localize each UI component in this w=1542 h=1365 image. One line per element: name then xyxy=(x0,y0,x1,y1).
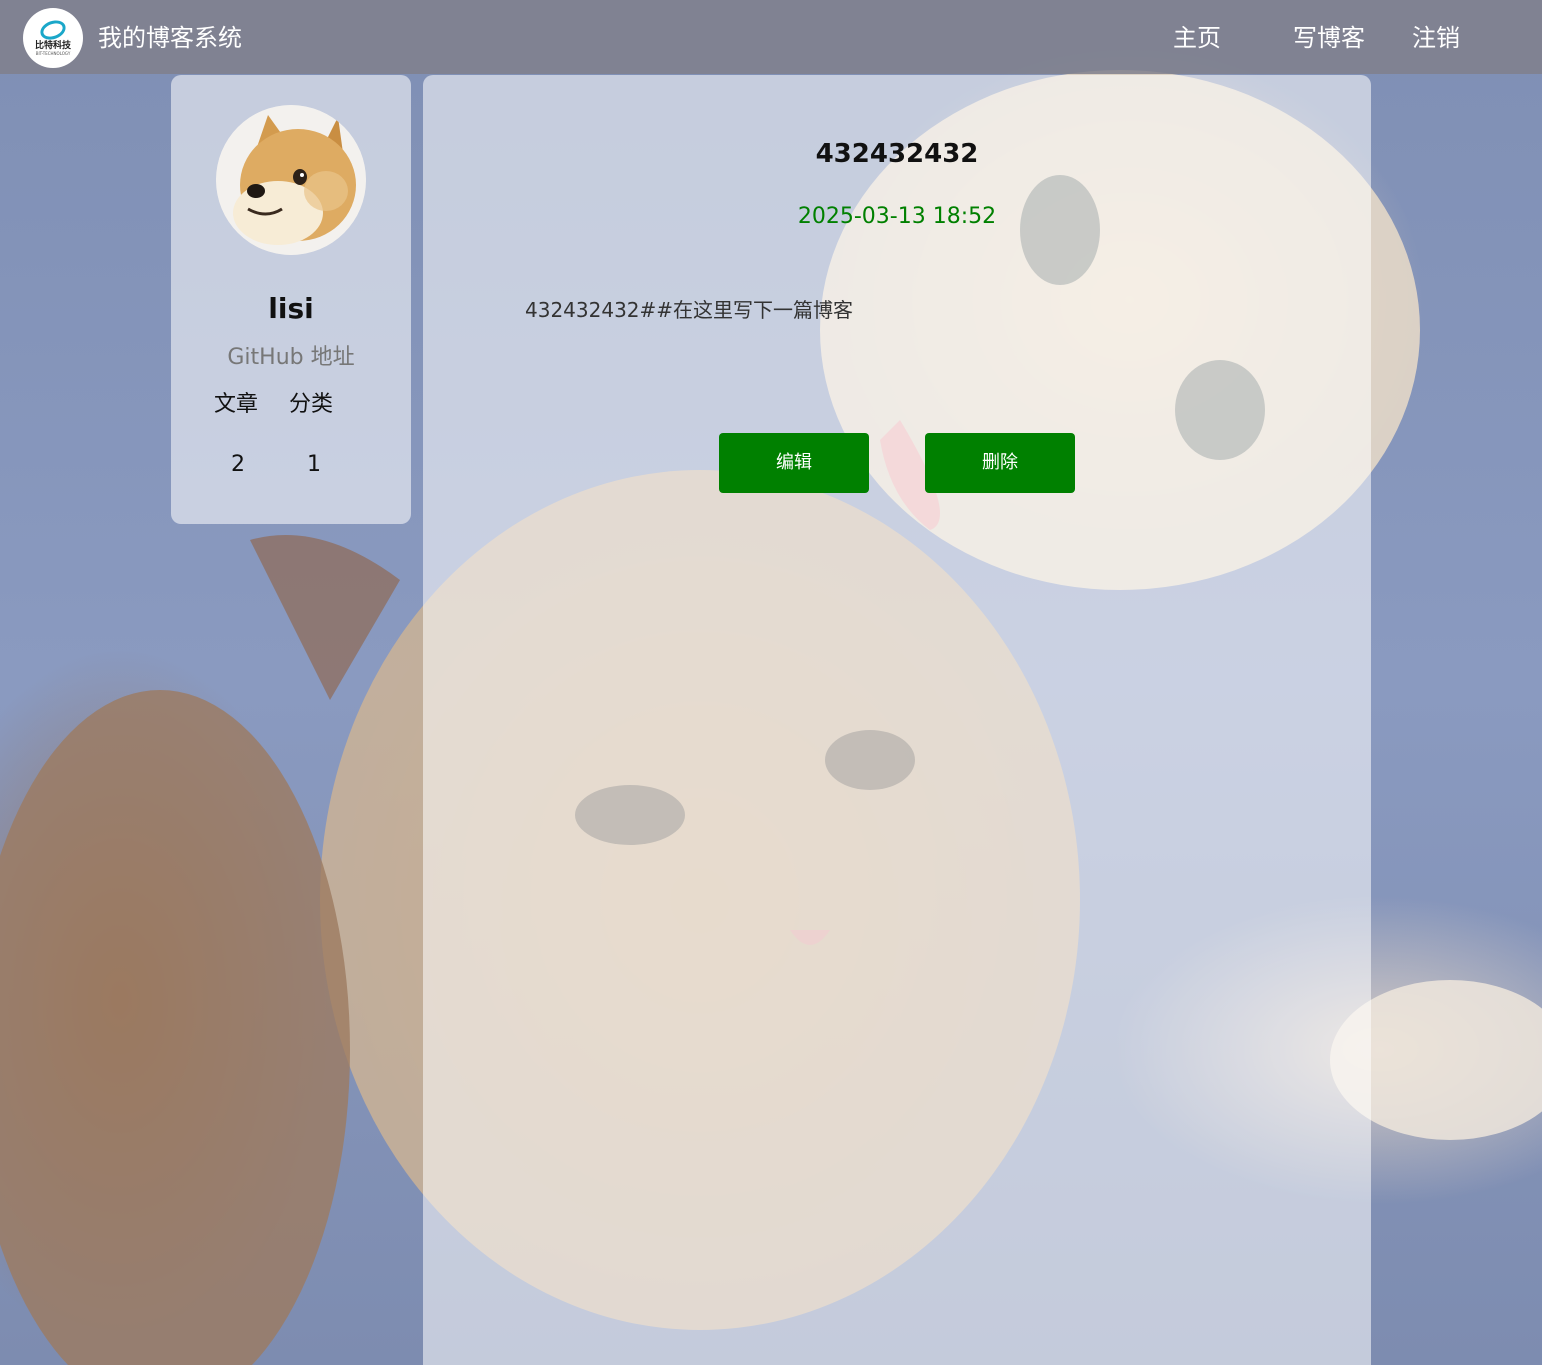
article-detail-panel: 432432432 2025-03-13 18:52 432432432##在这… xyxy=(423,75,1371,1365)
username: lisi xyxy=(268,292,314,325)
categories-count: 1 xyxy=(307,452,321,477)
articles-label: 文章 xyxy=(214,392,259,417)
nav-logout-link[interactable]: 注销 xyxy=(1412,22,1460,54)
article-content: 432432432##在这里写下一篇博客 xyxy=(525,298,854,322)
logo-swirl-icon xyxy=(37,16,69,43)
edit-button[interactable]: 编辑 xyxy=(719,433,869,493)
site-logo[interactable]: 比特科技 BIT-TECHNOLOGY xyxy=(23,8,83,68)
articles-count: 2 xyxy=(231,452,245,477)
article-date: 2025-03-13 18:52 xyxy=(797,204,997,229)
article-title: 432432432 xyxy=(815,139,979,169)
logo-text: 比特科技 xyxy=(34,40,71,51)
shiba-inu-avatar-icon xyxy=(216,105,366,255)
top-navbar: 比特科技 BIT-TECHNOLOGY 我的博客系统 主页 写博客 注销 xyxy=(0,0,1542,74)
site-title: 我的博客系统 xyxy=(98,24,242,52)
nav-write-blog-link[interactable]: 写博客 xyxy=(1293,22,1365,54)
logo-subtext: BIT-TECHNOLOGY xyxy=(35,50,71,56)
categories-label: 分类 xyxy=(289,392,334,417)
user-profile-card: lisi GitHub 地址 文章 分类 2 1 xyxy=(171,75,411,524)
nav-home-link[interactable]: 主页 xyxy=(1173,22,1221,54)
github-link[interactable]: GitHub 地址 xyxy=(171,343,411,373)
avatar xyxy=(216,105,366,255)
delete-button[interactable]: 删除 xyxy=(925,433,1075,493)
